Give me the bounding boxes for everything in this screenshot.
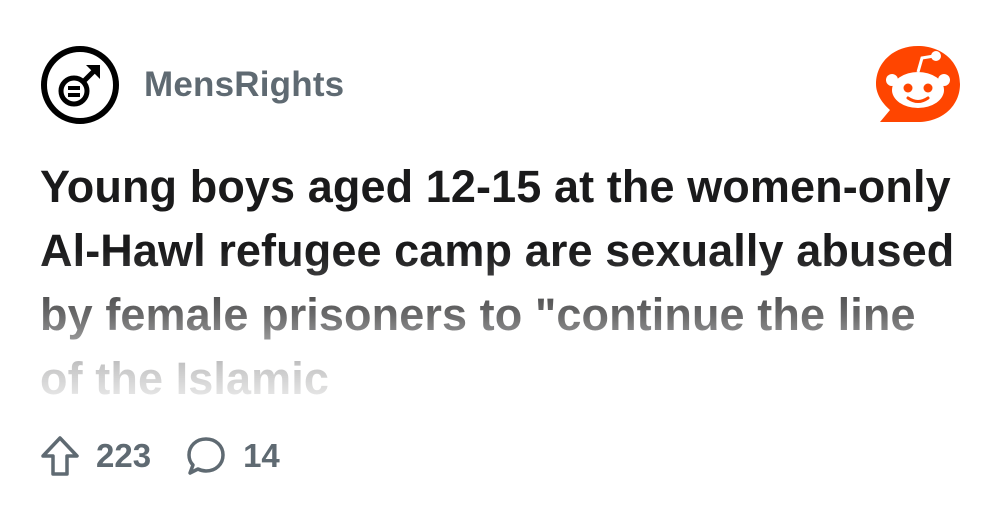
upvote-count: 223: [96, 437, 152, 474]
comment-count: 14: [243, 437, 280, 474]
comment-stat[interactable]: 14: [185, 435, 280, 477]
post-footer: 223 14: [40, 432, 280, 480]
upvote-stat[interactable]: 223: [40, 435, 151, 477]
upvote-arrow-icon[interactable]: [40, 435, 80, 477]
post-header: MensRights: [40, 44, 344, 126]
post-title-container[interactable]: Young boys aged 12-15 at the women-only …: [40, 155, 970, 403]
mens-rights-symbol-icon[interactable]: [40, 45, 120, 125]
post-title[interactable]: Young boys aged 12-15 at the women-only …: [40, 155, 970, 403]
reddit-snoo-icon[interactable]: [872, 42, 964, 126]
community-name[interactable]: MensRights: [144, 65, 344, 105]
comment-bubble-icon[interactable]: [185, 435, 227, 477]
